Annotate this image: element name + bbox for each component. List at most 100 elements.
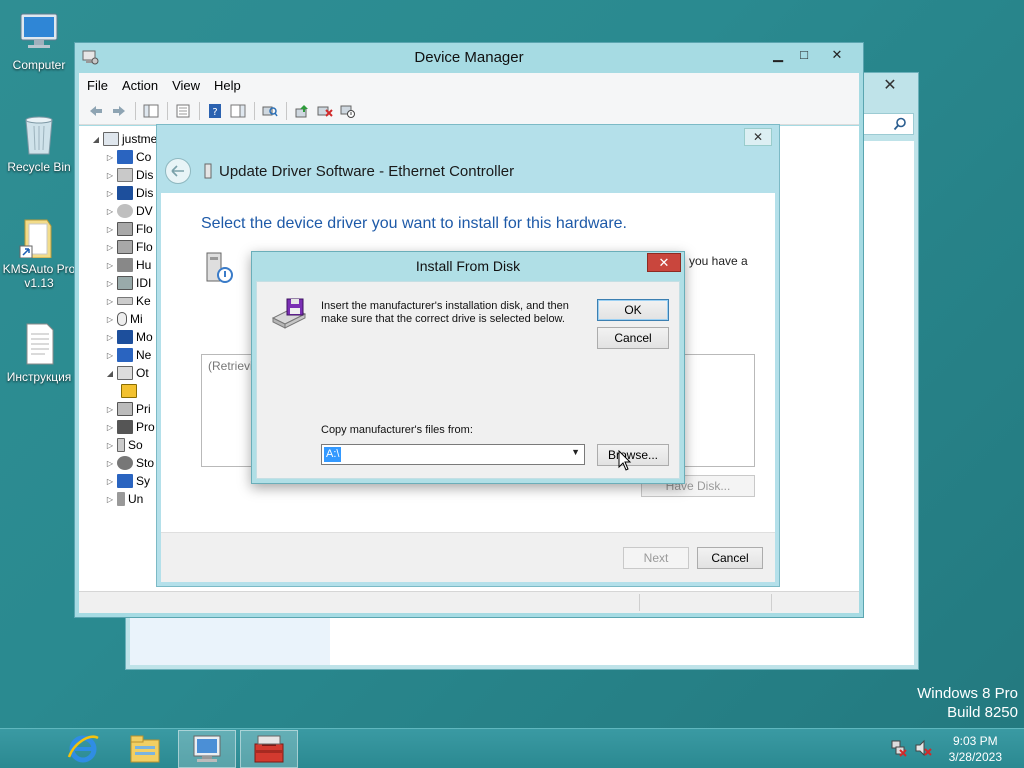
tree-item[interactable]: ▷ IDI: [103, 274, 157, 292]
tree-item[interactable]: ◢ Ot: [103, 364, 157, 382]
tree-item-label: DV: [136, 204, 153, 218]
tree-item[interactable]: ▷ Flo: [103, 238, 157, 256]
expand-arrow-icon[interactable]: ▷: [103, 333, 117, 342]
tree-item[interactable]: ▷ Sy: [103, 472, 157, 490]
collapse-arrow-icon[interactable]: ◢: [103, 369, 117, 378]
tree-item[interactable]: ▷ Mi: [103, 310, 157, 328]
next-button[interactable]: Next: [623, 547, 689, 569]
search-box[interactable]: [862, 113, 914, 135]
show-hide-tree-icon[interactable]: [140, 101, 162, 121]
tree-item-label: Mi: [130, 312, 143, 326]
tree-item[interactable]: ▷ Dis: [103, 184, 157, 202]
expand-arrow-icon[interactable]: ▷: [103, 297, 117, 306]
wizard-cancel-button[interactable]: Cancel: [697, 547, 763, 569]
back-arrow-icon[interactable]: [85, 101, 107, 121]
expand-arrow-icon[interactable]: ▷: [103, 495, 117, 504]
back-button[interactable]: [165, 158, 191, 184]
tree-item-unknown-device[interactable]: [103, 382, 157, 400]
tree-item-label: Flo: [136, 240, 153, 254]
tree-item[interactable]: ▷ Flo: [103, 220, 157, 238]
desktop-icon-computer[interactable]: Computer: [2, 10, 76, 72]
expand-arrow-icon[interactable]: ▷: [103, 459, 117, 468]
wizard-close-button[interactable]: ✕: [744, 128, 772, 146]
close-button[interactable]: ✕: [819, 46, 855, 66]
browse-button[interactable]: Browse...: [597, 444, 669, 466]
menu-file[interactable]: File: [87, 78, 108, 93]
tree-root[interactable]: ◢ justme: [89, 130, 157, 148]
desktop-icon-label: Recycle Bin: [7, 160, 71, 174]
hardware-icon: [206, 252, 233, 283]
expand-arrow-icon[interactable]: ▷: [103, 441, 117, 450]
tree-item[interactable]: ▷ Un: [103, 490, 157, 508]
desktop-icon-label: Computer: [12, 58, 66, 72]
source-path-value[interactable]: A:\: [324, 447, 342, 462]
tree-item[interactable]: ▷ DV: [103, 202, 157, 220]
tree-item[interactable]: ▷ Pro: [103, 418, 157, 436]
taskbar-control-panel[interactable]: [240, 730, 298, 768]
desktop-icon-kmsauto[interactable]: KMSAuto Pro v1.13: [2, 214, 76, 290]
network-status-icon[interactable]: [890, 739, 908, 757]
uninstall-device-icon[interactable]: [314, 101, 336, 121]
expand-arrow-icon[interactable]: ▷: [103, 315, 117, 324]
expand-arrow-icon[interactable]: ▷: [103, 351, 117, 360]
menu-action[interactable]: Action: [122, 78, 158, 93]
tree-item[interactable]: ▷ Hu: [103, 256, 157, 274]
taskbar-file-explorer[interactable]: [116, 730, 174, 768]
help-icon[interactable]: ?: [204, 101, 226, 121]
expand-arrow-icon[interactable]: ▷: [103, 279, 117, 288]
expand-arrow-icon[interactable]: ▷: [103, 225, 117, 234]
expand-arrow-icon[interactable]: ▷: [103, 153, 117, 162]
desktop-icon-instruction[interactable]: Инструкция: [2, 322, 76, 384]
expand-arrow-icon[interactable]: ▷: [103, 423, 117, 432]
dialog-cancel-button[interactable]: Cancel: [597, 327, 669, 349]
device-category-icon: [117, 420, 133, 434]
internet-explorer-icon: [67, 735, 99, 763]
system-clock[interactable]: 9:03 PM 3/28/2023: [949, 733, 1002, 765]
update-driver-icon[interactable]: [291, 101, 313, 121]
expand-arrow-icon[interactable]: ▷: [103, 207, 117, 216]
taskbar-internet-explorer[interactable]: [54, 730, 112, 768]
device-manager-icon: [193, 735, 221, 762]
expand-arrow-icon[interactable]: ▷: [103, 189, 117, 198]
desktop-icon-label: Инструкция: [6, 370, 72, 384]
clock-date: 3/28/2023: [948, 750, 1002, 764]
tree-item[interactable]: ▷ Dis: [103, 166, 157, 184]
disable-device-icon[interactable]: [337, 101, 359, 121]
maximize-button[interactable]: □: [791, 46, 817, 66]
tree-item[interactable]: ▷ So: [103, 436, 157, 454]
tree-item[interactable]: ▷ Ne: [103, 346, 157, 364]
forward-arrow-icon[interactable]: [108, 101, 130, 121]
expand-arrow-icon[interactable]: ▷: [103, 477, 117, 486]
wizard-footer: Next Cancel: [161, 532, 775, 582]
close-icon[interactable]: ✕: [868, 76, 912, 96]
scan-hardware-icon[interactable]: [259, 101, 281, 121]
collapse-arrow-icon[interactable]: ◢: [89, 135, 103, 144]
tree-item[interactable]: ▷ Co: [103, 148, 157, 166]
expand-arrow-icon[interactable]: ▷: [103, 405, 117, 414]
toolbar: ?: [79, 97, 859, 125]
menu-help[interactable]: Help: [214, 78, 241, 93]
expand-arrow-icon[interactable]: ▷: [103, 261, 117, 270]
recycle-bin-icon: [17, 112, 61, 156]
desktop-icon-recycle-bin[interactable]: Recycle Bin: [2, 112, 76, 174]
action-pane-icon[interactable]: [227, 101, 249, 121]
minimize-button[interactable]: ▁: [765, 46, 791, 66]
device-category-icon: [117, 222, 133, 236]
properties-icon[interactable]: [172, 101, 194, 121]
expand-arrow-icon[interactable]: ▷: [103, 171, 117, 180]
tree-item-label: Dis: [136, 168, 154, 182]
dialog-close-button[interactable]: ✕: [647, 253, 681, 272]
back-arrow-icon: [171, 165, 184, 177]
tree-item[interactable]: ▷ Mo: [103, 328, 157, 346]
tree-item[interactable]: ▷ Ke: [103, 292, 157, 310]
navigation-pane: [130, 611, 330, 665]
dropdown-arrow-icon[interactable]: ▼: [571, 447, 580, 457]
tree-item[interactable]: ▷ Sto: [103, 454, 157, 472]
ok-button[interactable]: OK: [597, 299, 669, 321]
menu-view[interactable]: View: [172, 78, 200, 93]
tree-item[interactable]: ▷ Pri: [103, 400, 157, 418]
source-path-combobox[interactable]: A:\ ▼: [321, 444, 585, 465]
expand-arrow-icon[interactable]: ▷: [103, 243, 117, 252]
volume-muted-icon[interactable]: [914, 739, 932, 757]
taskbar-device-manager[interactable]: [178, 730, 236, 768]
